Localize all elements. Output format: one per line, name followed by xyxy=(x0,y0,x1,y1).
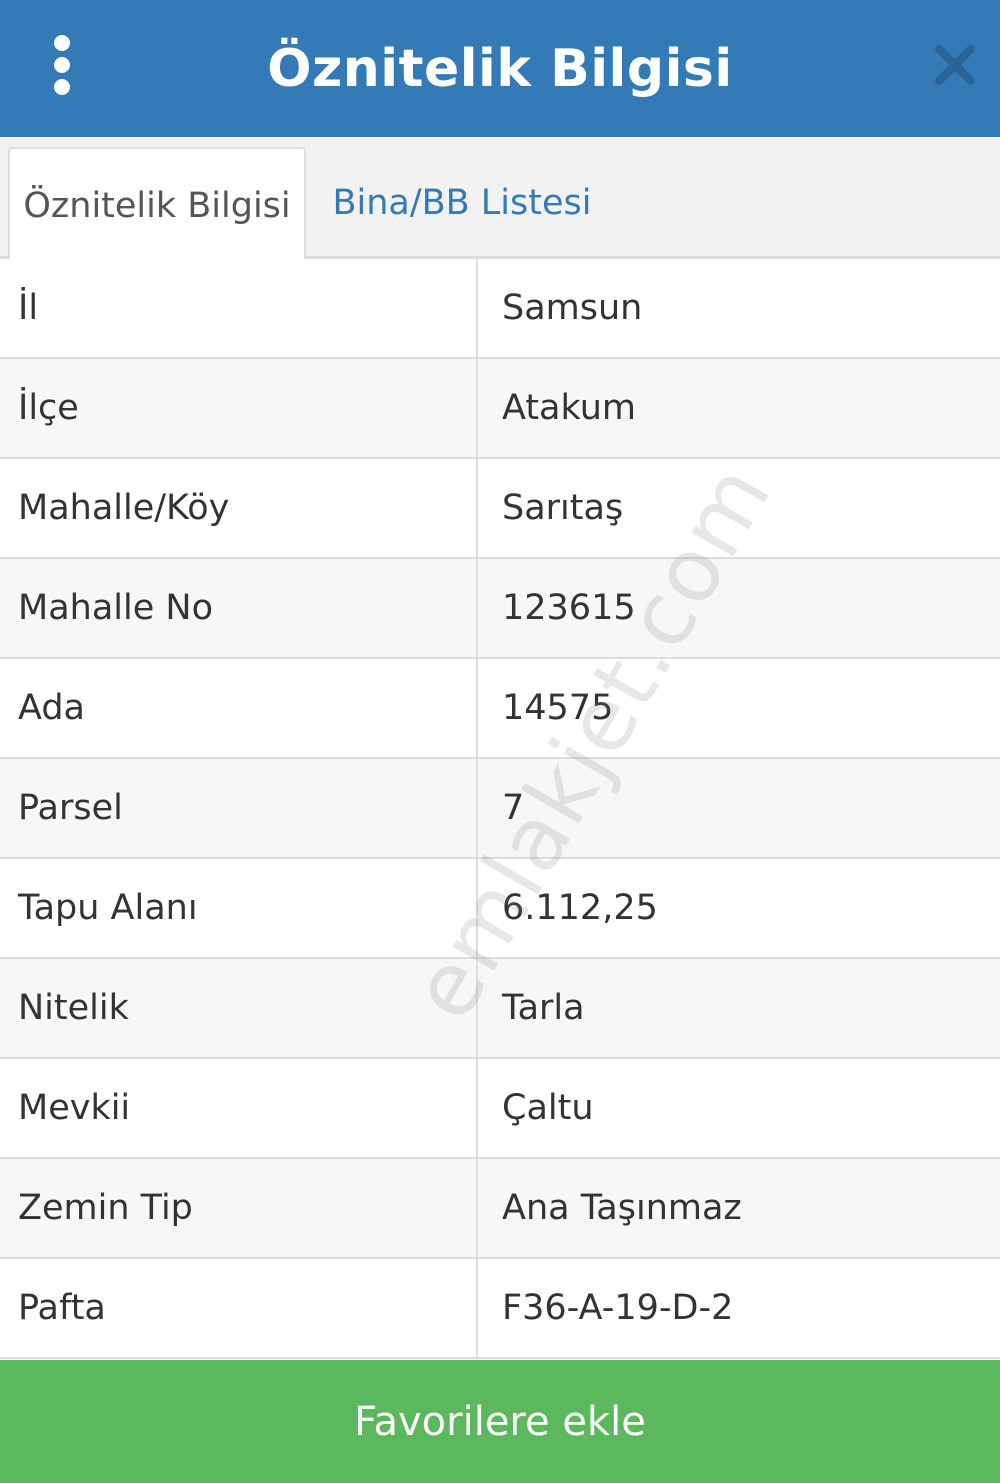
table-row: Mahalle/Köy Sarıtaş xyxy=(0,459,1000,559)
table-row: Nitelik Tarla xyxy=(0,959,1000,1059)
table-row: İlçe Atakum xyxy=(0,359,1000,459)
table-row: Tapu Alanı 6.112,25 xyxy=(0,859,1000,959)
tab-bar: Öznitelik Bilgisi Bina/BB Listesi xyxy=(0,137,1000,262)
menu-dot xyxy=(54,57,70,73)
attribute-value: 123615 xyxy=(502,588,636,628)
app-root: Öznitelik Bilgisi Öznitelik Bilgisi Bina… xyxy=(0,0,1000,1483)
header-bar: Öznitelik Bilgisi xyxy=(0,0,1000,137)
attribute-value: 7 xyxy=(502,788,525,828)
page-title: Öznitelik Bilgisi xyxy=(267,38,733,99)
more-vertical-icon[interactable] xyxy=(40,30,84,100)
tab-attribute-info[interactable]: Öznitelik Bilgisi xyxy=(8,147,306,262)
attribute-value: Samsun xyxy=(502,288,643,328)
attribute-value: Atakum xyxy=(502,388,636,428)
tab-building-list[interactable]: Bina/BB Listesi xyxy=(306,147,618,259)
attribute-key: Mahalle No xyxy=(0,559,478,657)
menu-dot xyxy=(54,79,70,95)
attribute-key: Tapu Alanı xyxy=(0,859,478,957)
close-icon[interactable] xyxy=(932,42,978,88)
attribute-value: 14575 xyxy=(502,688,614,728)
attribute-key: Parsel xyxy=(0,759,478,857)
table-row: Pafta F36-A-19-D-2 xyxy=(0,1259,1000,1359)
attribute-value: Ana Taşınmaz xyxy=(502,1188,742,1228)
menu-dot xyxy=(54,35,70,51)
attribute-key: Nitelik xyxy=(0,959,478,1057)
attribute-key: Pafta xyxy=(0,1259,478,1357)
table-row: Ada 14575 xyxy=(0,659,1000,759)
attribute-key: İlçe xyxy=(0,359,478,457)
attribute-value: Çaltu xyxy=(502,1088,594,1128)
attribute-value: F36-A-19-D-2 xyxy=(502,1288,734,1328)
attribute-key: Ada xyxy=(0,659,478,757)
table-row: Zemin Tip Ana Taşınmaz xyxy=(0,1159,1000,1259)
table-row: İl Samsun xyxy=(0,259,1000,359)
table-row: Parsel 7 xyxy=(0,759,1000,859)
attribute-key: İl xyxy=(0,259,478,357)
table-row: Mevkii Çaltu xyxy=(0,1059,1000,1159)
table-row: Mahalle No 123615 xyxy=(0,559,1000,659)
attribute-key: Mevkii xyxy=(0,1059,478,1157)
attribute-value: Tarla xyxy=(502,988,585,1028)
attribute-table: İl Samsun İlçe Atakum Mahalle/Köy Sarıtaş Maha… xyxy=(0,259,1000,1359)
add-to-favorites-button[interactable]: Favorilere ekle xyxy=(0,1360,1000,1483)
attribute-key: Zemin Tip xyxy=(0,1159,478,1257)
attribute-key: Mahalle/Köy xyxy=(0,459,478,557)
attribute-value: Sarıtaş xyxy=(502,488,624,528)
attribute-value: 6.112,25 xyxy=(502,888,658,928)
